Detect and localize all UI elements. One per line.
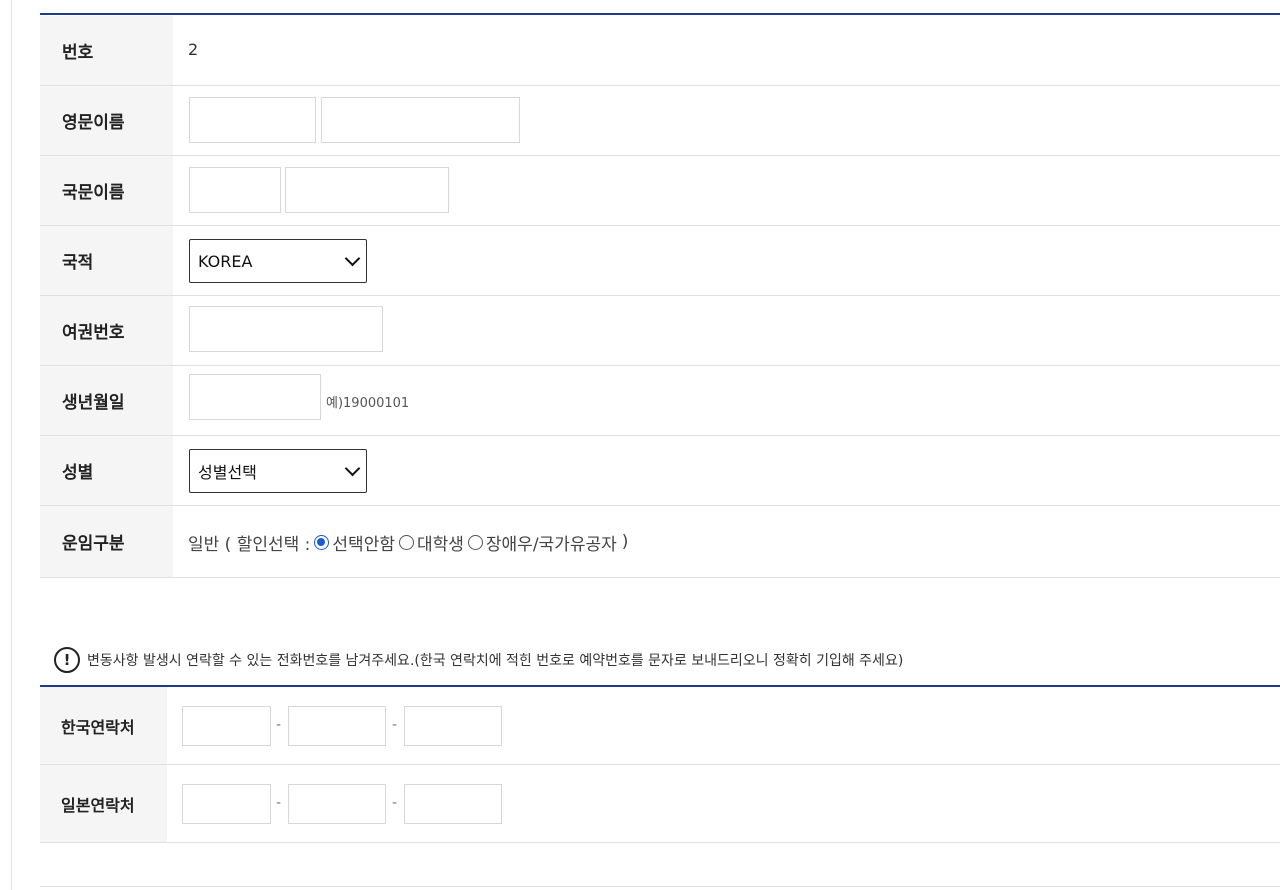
fare-type-label: 운임구분	[40, 506, 173, 577]
radio-no-discount[interactable]	[314, 534, 330, 550]
gender-label: 성별	[40, 436, 173, 505]
radio-disabled-veteran[interactable]	[467, 534, 483, 550]
passport-label: 여권번호	[40, 296, 173, 365]
korean-name-label: 국문이름	[40, 156, 173, 225]
japan-phone-part2-input[interactable]	[288, 784, 386, 824]
phone-separator: -	[276, 795, 282, 811]
korea-phone-part3-input[interactable]	[404, 706, 502, 746]
birthdate-format-hint: 예)19000101	[326, 396, 410, 411]
gender-select[interactable]: 성별선택	[189, 449, 367, 493]
radio-disabled-veteran-label: 장애우/국가유공자	[485, 534, 617, 555]
number-label: 번호	[40, 16, 173, 85]
nationality-select[interactable]: KOREA	[189, 239, 367, 283]
row-japan-contact: 일본연락처 - -	[40, 765, 1280, 843]
japan-phone-part1-input[interactable]	[182, 784, 271, 824]
number-value: 2	[188, 40, 199, 59]
gender-selected-value: 성별선택	[198, 463, 257, 482]
row-korean-name: 국문이름	[40, 156, 1280, 226]
korean-given-name-input[interactable]	[285, 167, 449, 213]
row-birthdate: 생년월일 예)19000101	[40, 366, 1280, 436]
phone-separator: -	[276, 717, 282, 733]
radio-university-student-label: 대학생	[416, 534, 464, 555]
radio-university-student[interactable]	[398, 534, 414, 550]
nationality-selected-value: KOREA	[198, 251, 253, 271]
english-given-name-input[interactable]	[321, 97, 520, 143]
form-top-rule	[40, 13, 1280, 15]
korea-phone-part1-input[interactable]	[182, 706, 271, 746]
birthdate-label: 생년월일	[40, 366, 173, 435]
chevron-down-icon	[344, 250, 361, 267]
section-bottom-rule	[40, 886, 1280, 887]
radio-no-discount-label: 선택안함	[332, 534, 395, 555]
fare-discount-options: 일반 ( 할인선택 : 선택안함 대학생 장애우/국가유공자 )	[188, 506, 628, 578]
row-number: 번호 2	[40, 16, 1280, 86]
birthdate-input[interactable]	[189, 374, 321, 420]
page-left-border	[11, 0, 12, 890]
row-gender: 성별 성별선택	[40, 436, 1280, 506]
nationality-label: 국적	[40, 226, 173, 295]
fare-suffix-text: )	[621, 532, 629, 552]
passport-number-input[interactable]	[189, 306, 383, 352]
korea-phone-part2-input[interactable]	[288, 706, 386, 746]
english-surname-input[interactable]	[189, 97, 316, 143]
korean-surname-input[interactable]	[189, 167, 281, 213]
row-fare-type: 운임구분 일반 ( 할인선택 : 선택안함 대학생 장애우/국가유공자 )	[40, 506, 1280, 578]
row-english-name: 영문이름	[40, 86, 1280, 156]
fare-prefix-text: 일반 ( 할인선택 :	[188, 534, 311, 555]
english-name-label: 영문이름	[40, 86, 173, 155]
row-nationality: 국적 KOREA	[40, 226, 1280, 296]
exclamation-circle-icon: !	[54, 647, 80, 673]
row-korea-contact: 한국연락처 - -	[40, 687, 1280, 765]
contact-notice-text: 변동사항 발생시 연락할 수 있는 전화번호를 남겨주세요.(한국 연락치에 적…	[87, 653, 904, 669]
chevron-down-icon	[344, 460, 361, 477]
japan-contact-label: 일본연락처	[40, 765, 167, 842]
row-passport: 여권번호	[40, 296, 1280, 366]
korea-contact-label: 한국연락처	[40, 687, 167, 764]
contact-notice: ! 변동사항 발생시 연락할 수 있는 전화번호를 남겨주세요.(한국 연락치에…	[54, 647, 903, 673]
japan-phone-part3-input[interactable]	[404, 784, 502, 824]
phone-separator: -	[392, 717, 398, 733]
phone-separator: -	[392, 795, 398, 811]
